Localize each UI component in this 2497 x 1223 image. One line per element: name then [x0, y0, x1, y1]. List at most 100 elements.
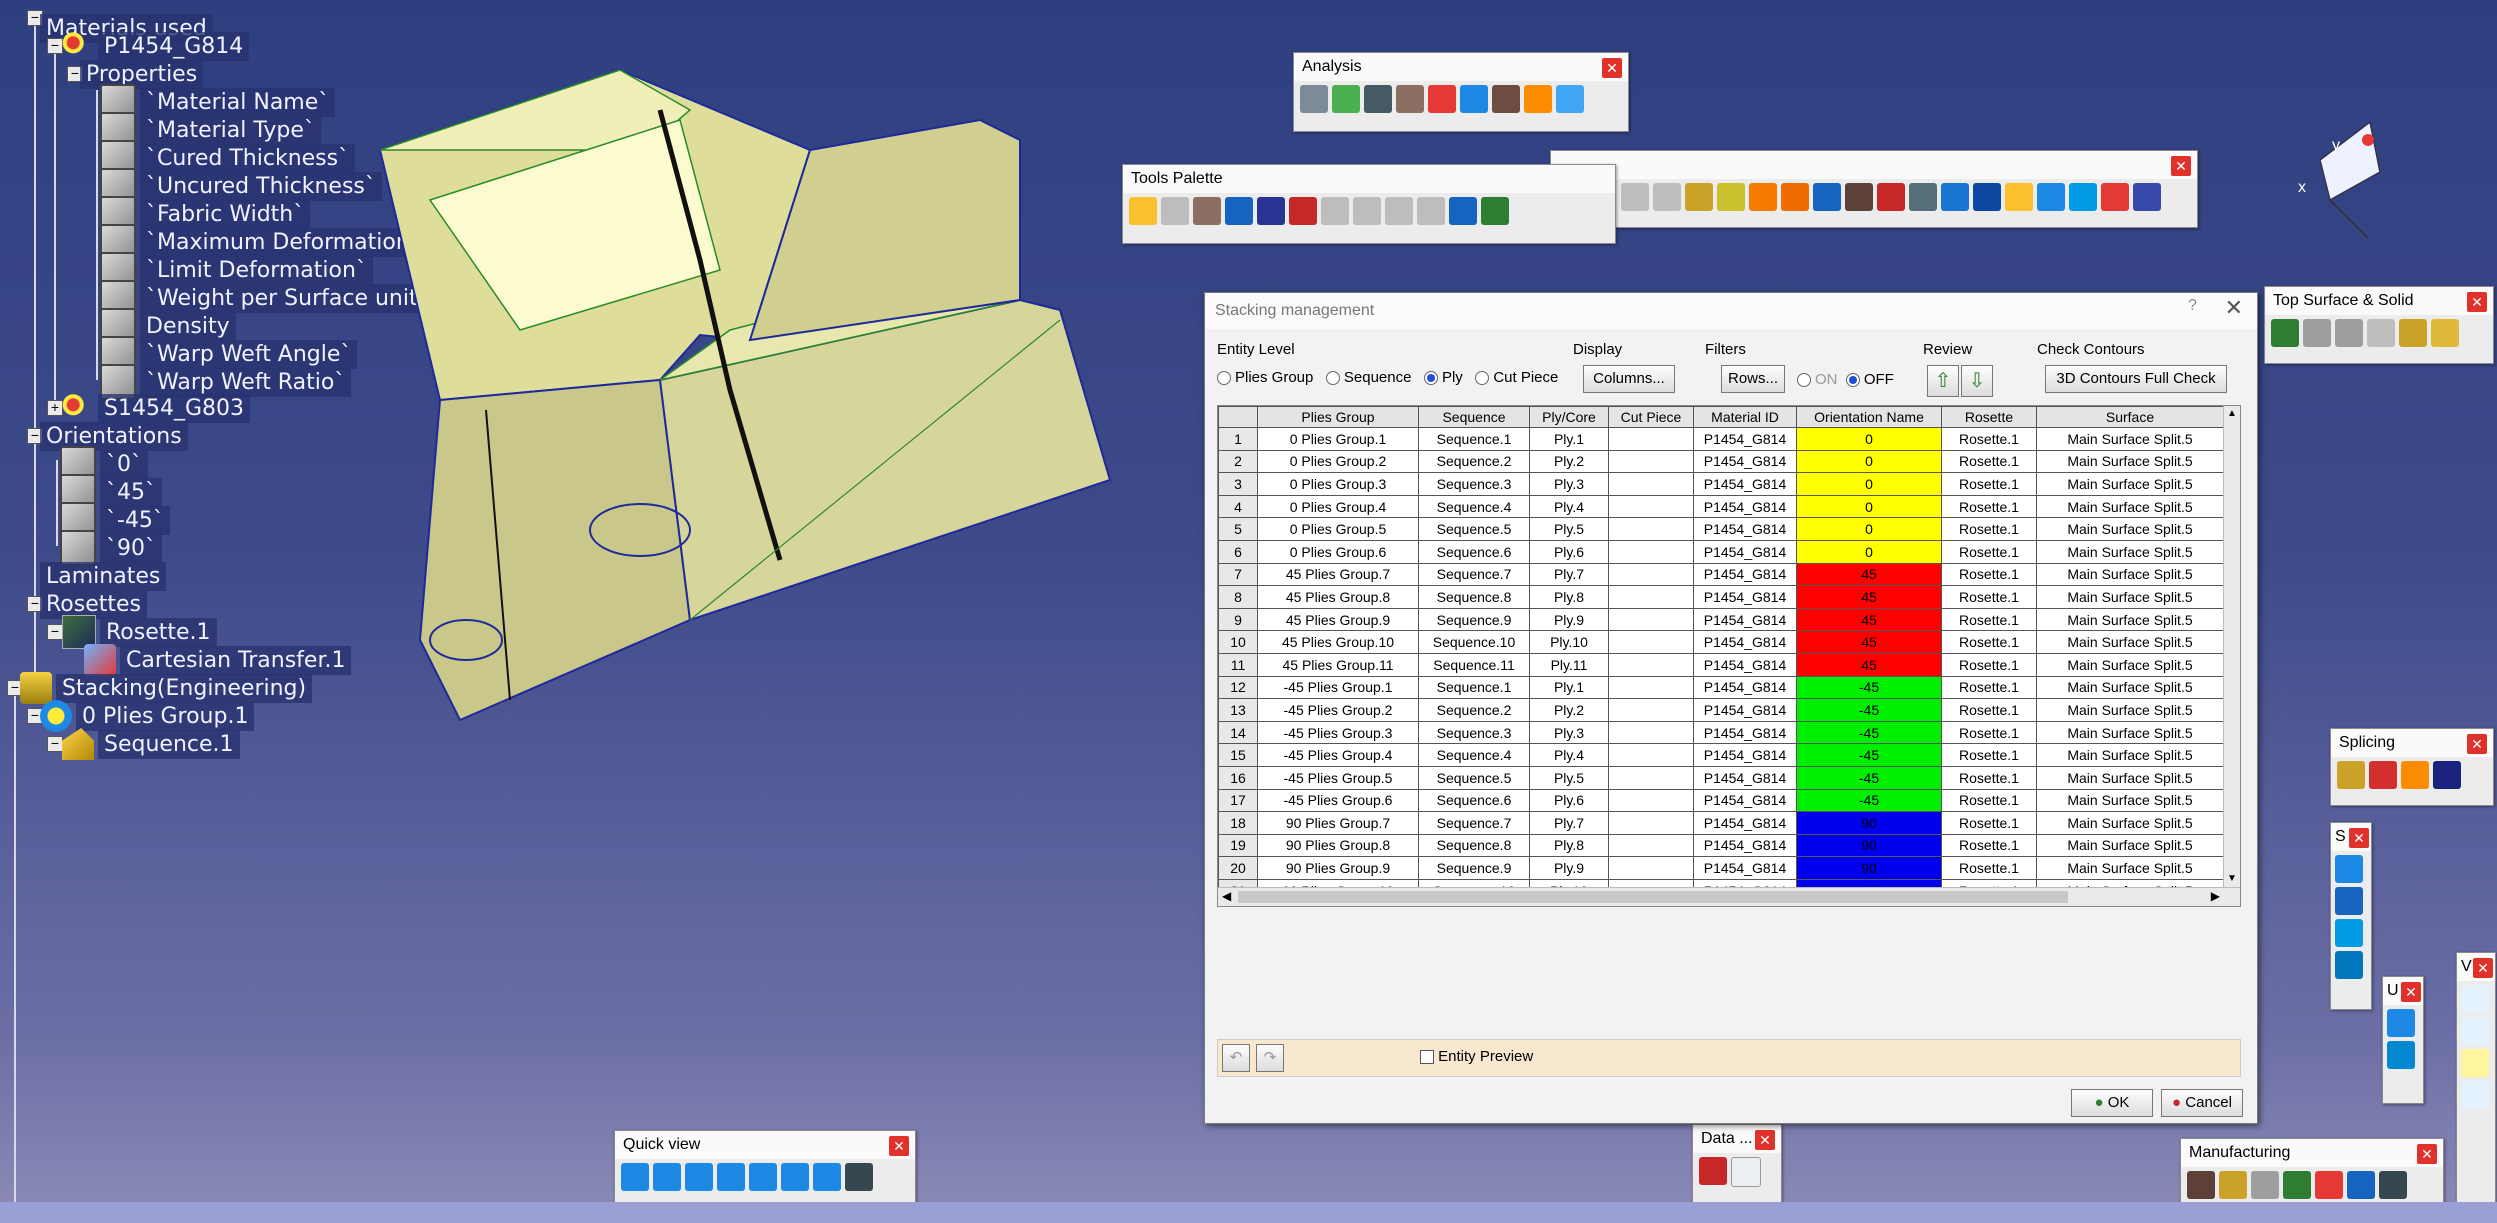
- table-cell[interactable]: Main Surface Split.5: [2036, 427, 2224, 451]
- radio-button[interactable]: [1217, 371, 1231, 386]
- table-cell[interactable]: P1454_G814: [1693, 449, 1797, 474]
- line-icon[interactable]: [2461, 1017, 2489, 1045]
- table-cell[interactable]: Main Surface Split.5: [2036, 449, 2224, 474]
- review-down-button[interactable]: ⇩: [1961, 365, 1993, 397]
- close-button[interactable]: ✕: [889, 1136, 909, 1156]
- table-cell[interactable]: P1454_G814: [1693, 427, 1797, 451]
- table-cell[interactable]: Main Surface Split.5: [2036, 585, 2224, 609]
- table-cell[interactable]: [1608, 788, 1694, 813]
- table-row[interactable]: 20 Plies Group.2 Sequence.2 Ply.2 P1454_G81…: [1218, 449, 2224, 474]
- table-cell[interactable]: Main Surface Split.5: [2036, 562, 2224, 587]
- iso-view-icon[interactable]: [621, 1163, 649, 1191]
- merge-icon[interactable]: [2133, 183, 2161, 211]
- row-number-cell[interactable]: 5: [1218, 517, 1258, 541]
- table-row[interactable]: 50 Plies Group.5 Sequence.5 Ply.5 P1454_G81…: [1218, 517, 2224, 541]
- table-cell[interactable]: Main Surface Split.5: [2036, 765, 2224, 790]
- row-number-cell[interactable]: 13: [1218, 698, 1258, 722]
- row-number-cell[interactable]: 15: [1218, 743, 1258, 767]
- table-cell[interactable]: Rosette.1: [1941, 811, 2037, 835]
- orientation-cell[interactable]: -45: [1796, 698, 1942, 722]
- row-number-cell[interactable]: 8: [1218, 585, 1258, 609]
- toolbar-data[interactable]: Data ... ✕: [1692, 1124, 1782, 1208]
- swap-icon[interactable]: [1973, 183, 2001, 211]
- help-button[interactable]: ?: [2188, 297, 2197, 315]
- table-cell[interactable]: 45 Plies Group.10: [1257, 630, 1419, 654]
- undo-icon[interactable]: ↶: [1222, 1044, 1250, 1072]
- cancel-button[interactable]: ● Cancel: [2161, 1089, 2243, 1117]
- contours-full-check-button[interactable]: 3D Contours Full Check: [2045, 365, 2227, 393]
- spline-icon[interactable]: [2335, 855, 2363, 883]
- radio-button[interactable]: [1845, 373, 1860, 388]
- column-header[interactable]: Rosette: [1941, 406, 2037, 428]
- row-number-cell[interactable]: 6: [1218, 539, 1258, 564]
- table-row[interactable]: 17 -45 Plies Group.6 Sequence.6 Ply.6 P1454_…: [1218, 788, 2224, 813]
- splice-icon[interactable]: [2337, 761, 2365, 789]
- table-cell[interactable]: Rosette.1: [1941, 833, 2037, 858]
- surface-icon[interactable]: [2303, 319, 2331, 347]
- table-cell[interactable]: Sequence.6: [1418, 788, 1530, 813]
- table-row[interactable]: 9 45 Plies Group.9 Sequence.9 Ply.9 P1454_G8…: [1218, 607, 2224, 632]
- row-number-cell[interactable]: 16: [1218, 765, 1258, 790]
- table-cell[interactable]: Rosette.1: [1941, 449, 2037, 474]
- entity-preview-checkbox[interactable]: Entity Preview: [1420, 1048, 1533, 1065]
- table-icon[interactable]: [1225, 197, 1253, 225]
- table-cell[interactable]: P1454_G814: [1693, 472, 1797, 496]
- table-cell[interactable]: 0 Plies Group.2: [1257, 449, 1419, 474]
- table-cell[interactable]: P1454_G814: [1693, 833, 1797, 858]
- close-button[interactable]: ✕: [2349, 828, 2369, 848]
- orientation-cell[interactable]: 0: [1796, 494, 1942, 519]
- scroll-right-icon[interactable]: ▶: [2211, 889, 2220, 903]
- numerical-analysis-icon[interactable]: [1364, 85, 1392, 113]
- table-cell[interactable]: Ply.1: [1529, 427, 1609, 451]
- table-cell[interactable]: Sequence.9: [1418, 607, 1530, 632]
- checkbox[interactable]: [1420, 1050, 1434, 1065]
- table-cell[interactable]: -45 Plies Group.6: [1257, 788, 1419, 813]
- table-cell[interactable]: Main Surface Split.5: [2036, 630, 2224, 654]
- table-cell[interactable]: P1454_G814: [1693, 720, 1797, 745]
- table-cell[interactable]: [1608, 562, 1694, 587]
- list-icon[interactable]: [1321, 197, 1349, 225]
- table-cell[interactable]: 90 Plies Group.7: [1257, 811, 1419, 835]
- table-row[interactable]: 16 -45 Plies Group.5 Sequence.5 Ply.5 P1454_…: [1218, 765, 2224, 790]
- row-number-cell[interactable]: 14: [1218, 720, 1258, 745]
- table-cell[interactable]: 45 Plies Group.7: [1257, 562, 1419, 587]
- layer-analysis-icon[interactable]: [1460, 85, 1488, 113]
- table-cell[interactable]: Rosette.1: [1941, 607, 2037, 632]
- column-header[interactable]: Ply/Core: [1529, 406, 1609, 428]
- table-cell[interactable]: Ply.8: [1529, 585, 1609, 609]
- table-cell[interactable]: P1454_G814: [1693, 743, 1797, 767]
- orientation-cell[interactable]: 0: [1796, 539, 1942, 564]
- surface-icon[interactable]: [2335, 319, 2363, 347]
- row-number-cell[interactable]: 3: [1218, 472, 1258, 496]
- table-cell[interactable]: P1454_G814: [1693, 675, 1797, 700]
- splice-ply-icon[interactable]: [2401, 761, 2429, 789]
- table-row[interactable]: 40 Plies Group.4 Sequence.4 Ply.4 P1454_G81…: [1218, 494, 2224, 519]
- table-cell[interactable]: Sequence.8: [1418, 585, 1530, 609]
- table-cell[interactable]: P1454_G814: [1693, 765, 1797, 790]
- radio-button[interactable]: [1325, 371, 1340, 386]
- table-cell[interactable]: P1454_G814: [1693, 562, 1797, 587]
- table-cell[interactable]: Main Surface Split.5: [2036, 833, 2224, 858]
- rows-icon[interactable]: [1449, 197, 1477, 225]
- toolbar-top-surface[interactable]: Top Surface & Solid ✕: [2264, 286, 2494, 364]
- analysis-chart-icon[interactable]: [1428, 85, 1456, 113]
- table-cell[interactable]: Main Surface Split.5: [2036, 856, 2224, 880]
- orientation-cell[interactable]: 45: [1796, 652, 1942, 677]
- table-cell[interactable]: Ply.4: [1529, 743, 1609, 767]
- radio-button[interactable]: [1423, 371, 1438, 386]
- point-icon[interactable]: [2461, 985, 2489, 1013]
- table-cell[interactable]: [1608, 517, 1694, 541]
- table-cell[interactable]: Main Surface Split.5: [2036, 698, 2224, 722]
- table-cell[interactable]: Ply.5: [1529, 765, 1609, 790]
- collapse-toggle[interactable]: −: [47, 38, 63, 54]
- solid-icon[interactable]: [2431, 319, 2459, 347]
- surface-icon[interactable]: [2271, 319, 2299, 347]
- table-cell[interactable]: Sequence.6: [1418, 539, 1530, 564]
- table-row[interactable]: 60 Plies Group.6 Sequence.6 Ply.6 P1454_G81…: [1218, 539, 2224, 564]
- orientation-cell[interactable]: 90: [1796, 856, 1942, 880]
- row-number-cell[interactable]: 7: [1218, 562, 1258, 587]
- table-cell[interactable]: Main Surface Split.5: [2036, 517, 2224, 541]
- table-cell[interactable]: P1454_G814: [1693, 630, 1797, 654]
- solid-icon[interactable]: [2399, 319, 2427, 347]
- flag-icon[interactable]: [2005, 183, 2033, 211]
